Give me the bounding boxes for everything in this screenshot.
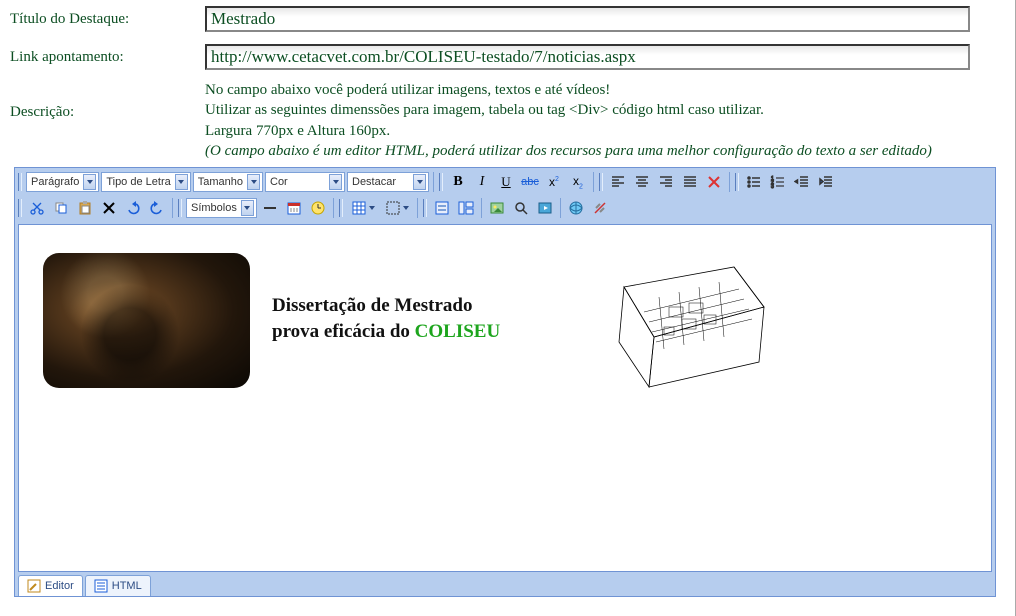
content-diagram — [594, 257, 774, 397]
size-select[interactable]: Tamanho — [193, 172, 263, 192]
unordered-list-button[interactable] — [743, 172, 765, 192]
cell-border-button[interactable] — [381, 198, 413, 218]
remove-format-button[interactable] — [703, 172, 725, 192]
ordered-list-button[interactable]: 123 — [767, 172, 789, 192]
cut-button[interactable] — [26, 198, 48, 218]
link-label: Link apontamento: — [10, 49, 205, 66]
outdent-button[interactable] — [791, 172, 813, 192]
color-select[interactable]: Cor — [265, 172, 345, 192]
font-select[interactable]: Tipo de Letra — [101, 172, 190, 192]
content-image — [43, 253, 250, 388]
align-justify-button[interactable] — [679, 172, 701, 192]
subscript-button[interactable]: x2 — [567, 172, 589, 192]
align-center-button[interactable] — [631, 172, 653, 192]
align-right-button[interactable] — [655, 172, 677, 192]
date-button[interactable] — [283, 198, 305, 218]
copy-button[interactable] — [50, 198, 72, 218]
content-heading: Dissertação de Mestrado prova eficácia d… — [272, 253, 572, 344]
superscript-button[interactable]: x2 — [543, 172, 565, 192]
image-button[interactable] — [486, 198, 508, 218]
table-button[interactable] — [347, 198, 379, 218]
paste-button[interactable] — [74, 198, 96, 218]
indent-button[interactable] — [815, 172, 837, 192]
strikethrough-button[interactable]: abc — [519, 172, 541, 192]
rich-text-editor: Parágrafo Tipo de Letra Tamanho Cor Dest… — [14, 167, 996, 597]
link-button[interactable] — [565, 198, 587, 218]
link-input[interactable] — [205, 44, 970, 70]
svg-text:3: 3 — [771, 184, 774, 190]
horizontal-rule-button[interactable] — [259, 198, 281, 218]
title-label: Título do Destaque: — [10, 11, 205, 28]
paragraph-select[interactable]: Parágrafo — [26, 172, 99, 192]
redo-button[interactable] — [146, 198, 168, 218]
div-button[interactable] — [431, 198, 453, 218]
layout-button[interactable] — [455, 198, 477, 218]
tab-html[interactable]: HTML — [85, 575, 151, 596]
media-button[interactable] — [534, 198, 556, 218]
bold-button[interactable]: B — [447, 172, 469, 192]
tab-editor[interactable]: Editor — [18, 575, 83, 596]
editor-canvas[interactable]: Dissertação de Mestrado prova eficácia d… — [18, 224, 992, 572]
undo-button[interactable] — [122, 198, 144, 218]
description-help-text: No campo abaixo você poderá utilizar ima… — [205, 80, 932, 161]
find-button[interactable] — [510, 198, 532, 218]
delete-button[interactable] — [98, 198, 120, 218]
italic-button[interactable]: I — [471, 172, 493, 192]
description-label: Descrição: — [10, 80, 205, 121]
time-button[interactable] — [307, 198, 329, 218]
unlink-button[interactable] — [589, 198, 611, 218]
highlight-select[interactable]: Destacar — [347, 172, 429, 192]
align-left-button[interactable] — [607, 172, 629, 192]
symbols-select[interactable]: Símbolos — [186, 198, 257, 218]
title-input[interactable] — [205, 6, 970, 32]
underline-button[interactable]: U — [495, 172, 517, 192]
